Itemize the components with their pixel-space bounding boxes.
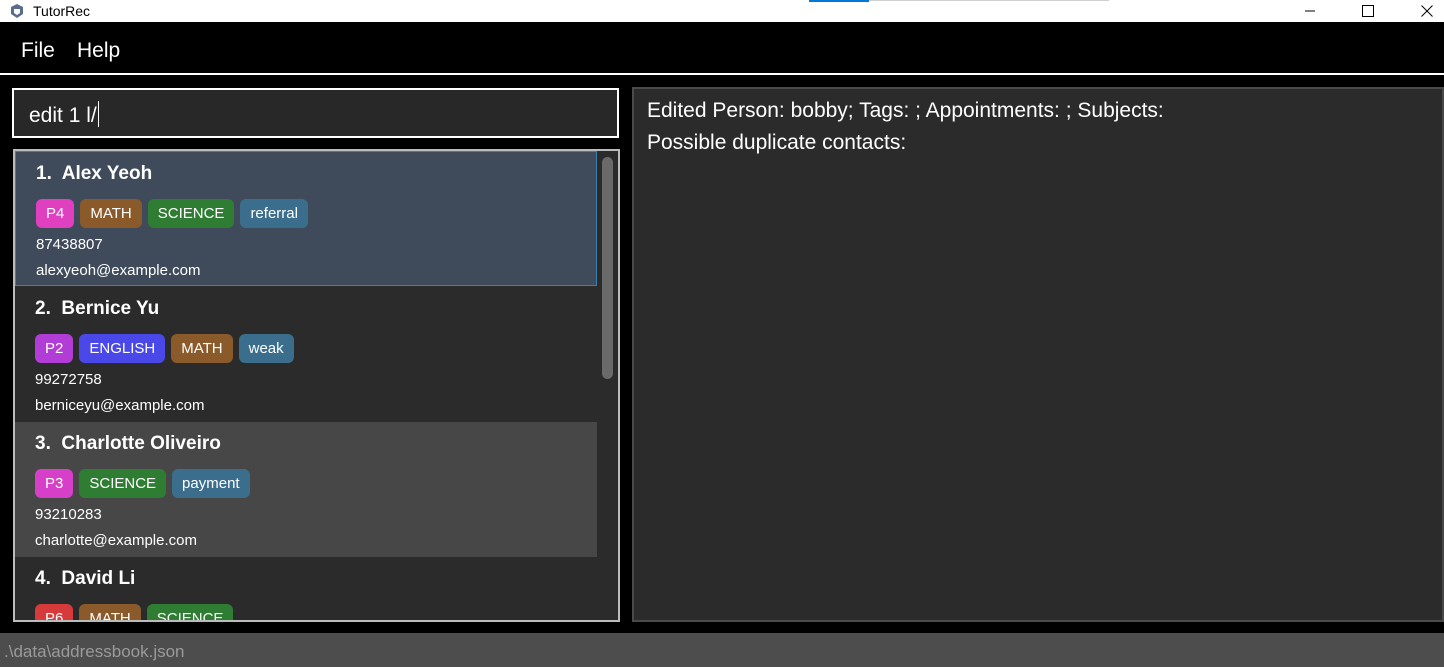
tag: referral	[240, 199, 308, 228]
tag: SCIENCE	[146, 604, 234, 620]
person-list-viewport: 1. Alex Yeoh P4 MATH SCIENCE referral 87…	[15, 151, 597, 620]
person-card[interactable]: 4. David Li P6 MATH SCIENCE	[15, 557, 597, 620]
command-value: edit 1 l/	[29, 104, 97, 127]
tag: P2	[35, 334, 74, 363]
tag: SCIENCE	[147, 199, 235, 228]
tag: P3	[35, 469, 74, 498]
person-card[interactable]: 2. Bernice Yu P2 ENGLISH MATH weak 99272…	[15, 287, 597, 422]
close-icon	[1421, 5, 1433, 17]
person-index: 2.	[35, 298, 51, 319]
list-scrollbar[interactable]	[598, 151, 618, 620]
person-index: 4.	[35, 568, 51, 589]
tag: MATH	[171, 334, 233, 363]
person-name: 3. Charlotte Oliveiro	[35, 433, 221, 455]
result-display: Edited Person: bobby; Tags: ; Appointmen…	[632, 87, 1444, 622]
tag: P4	[36, 199, 75, 228]
tag: ENGLISH	[79, 334, 166, 363]
command-text: edit 1 l/	[29, 101, 99, 128]
tag: SCIENCE	[79, 469, 167, 498]
maximize-icon	[1362, 5, 1374, 17]
tag-list: P6 MATH SCIENCE	[35, 604, 234, 620]
title-accent-line-light	[869, 0, 1109, 1]
person-index: 1.	[36, 163, 52, 184]
person-name-text: Bernice Yu	[61, 298, 160, 319]
tag: weak	[238, 334, 294, 363]
person-phone: 87438807	[36, 236, 103, 253]
tag-list: P3 SCIENCE payment	[35, 469, 250, 498]
tag: MATH	[80, 199, 142, 228]
minimize-icon	[1305, 10, 1315, 12]
person-card[interactable]: 3. Charlotte Oliveiro P3 SCIENCE payment…	[15, 422, 597, 557]
scrollbar-thumb[interactable]	[602, 157, 613, 379]
person-phone: 99272758	[35, 371, 102, 388]
person-email: charlotte@example.com	[35, 532, 197, 549]
status-file-path: .\data\addressbook.json	[4, 642, 185, 661]
status-bar: .\data\addressbook.json	[0, 633, 1444, 667]
person-name-text: David Li	[61, 568, 136, 589]
person-name: 4. David Li	[35, 568, 135, 590]
close-button[interactable]	[1404, 0, 1444, 22]
tag: P6	[35, 604, 74, 620]
person-index: 3.	[35, 433, 51, 454]
person-card[interactable]: 1. Alex Yeoh P4 MATH SCIENCE referral 87…	[15, 151, 597, 286]
person-phone: 93210283	[35, 506, 102, 523]
command-input[interactable]: edit 1 l/	[12, 88, 619, 138]
person-email: alexyeoh@example.com	[36, 262, 201, 279]
tag: payment	[172, 469, 250, 498]
main-content: edit 1 l/ 1. Alex Yeoh P4 MATH SCIENCE r…	[0, 75, 1444, 633]
person-email: berniceyu@example.com	[35, 397, 205, 414]
menu-bar: File Help	[0, 29, 1444, 73]
app-icon	[11, 4, 23, 18]
person-list[interactable]: 1. Alex Yeoh P4 MATH SCIENCE referral 87…	[13, 149, 620, 622]
tag-list: P2 ENGLISH MATH weak	[35, 334, 294, 363]
tag-list: P4 MATH SCIENCE referral	[36, 199, 308, 228]
result-line-2: Possible duplicate contacts:	[647, 131, 907, 154]
minimize-button[interactable]	[1287, 0, 1333, 22]
person-name-text: Charlotte Oliveiro	[61, 433, 221, 454]
result-line-1: Edited Person: bobby; Tags: ; Appointmen…	[647, 99, 1164, 122]
menu-help[interactable]: Help	[77, 39, 120, 63]
window-title: TutorRec	[33, 3, 91, 19]
person-name: 1. Alex Yeoh	[36, 163, 152, 185]
maximize-button[interactable]	[1345, 0, 1391, 22]
menu-file[interactable]: File	[21, 39, 55, 63]
person-name-text: Alex Yeoh	[61, 163, 153, 184]
title-accent-line	[809, 0, 869, 2]
text-caret	[97, 101, 99, 127]
person-name: 2. Bernice Yu	[35, 298, 159, 320]
tag: MATH	[79, 604, 141, 620]
title-bar: TutorRec	[0, 0, 1444, 22]
